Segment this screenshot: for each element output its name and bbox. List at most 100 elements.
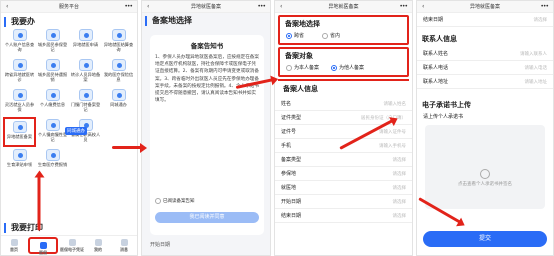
app-label: 我的医疗保险信息 [103,72,134,82]
app-tile[interactable]: 个人缴费信息 [36,87,69,117]
form-row[interactable]: 参保地 请选择 [275,167,412,181]
form-row[interactable]: 证件号 请输入证件号 [275,125,412,139]
tab-bar: 首页 医保 医保电子凭证 我的 消息 [1,235,137,255]
app-icon [12,149,27,161]
agree-checkbox[interactable]: 已阅读备案告知 [155,198,259,204]
field-value: 请选择 [392,157,407,163]
notice-text: 1、参保人员办理异地就医备案后，应按规定在备案地定点医疗机构就医，持社会保障卡或… [155,55,259,104]
app-icon [111,59,126,71]
field-value: 请选择 [392,213,407,219]
app-tile[interactable]: 转诊人员异地备案 [69,57,102,87]
page-title: 异地就医备案 [190,4,221,10]
pledge-upload-area[interactable]: 点击查看个人承诺书并签名 [425,125,545,209]
back-icon[interactable]: ‹ [280,1,282,13]
tab-mine[interactable]: 我的 [85,236,111,255]
app-icon [45,29,60,41]
app-tile[interactable]: 同城通办 [102,87,135,117]
form-row[interactable]: 姓名 请输入姓名 [275,97,412,111]
app-tile[interactable] [102,117,135,147]
topbar: ‹ 异地就医备案 ••• [275,1,412,13]
field-value: 请选择 [392,199,407,205]
form-row[interactable]: 结束日期 请选择 [275,209,412,223]
app-tile[interactable]: 个人账户信息查询 [3,27,36,57]
form-row[interactable]: 备案类型 请选择 [275,153,412,167]
field-value: 请输入姓名 [383,101,407,107]
app-tile[interactable]: 城乡居民参保登记 [36,27,69,57]
field-value: 请选择 [392,185,407,191]
app-icon [78,29,93,41]
app-icon [111,29,126,41]
notice-modal: 备案告知书 1、参保人员办理异地就医备案后，应按规定在备案地定点医疗机构就医，持… [150,35,264,235]
app-tile[interactable]: 异地就医申请 [69,27,102,57]
flow-arrow-1 [112,142,147,153]
field-label: 证件类型 [281,115,302,121]
end-date-row[interactable]: 结束日期 请选择 [417,13,553,27]
person-title: 备案人信息 [278,79,409,97]
contact-fields: 联系人姓名 请输入联系人 联系人电话 请输入电话 联系人地址 请输入地址 [417,47,553,89]
app-tile[interactable]: 跨省异地就医转诊 [3,57,36,87]
app-label: 同城通办 [110,102,127,107]
submit-button[interactable]: 提交 [423,231,547,247]
phone-submit: ‹ 异地就医备案 ••• 结束日期 请选择 联系人信息 联系人姓名 请输入联系人 联系人电… [416,0,554,256]
more-icon[interactable]: ••• [257,1,266,13]
form-row[interactable]: 开始日期 请选择 [275,195,412,209]
radio-in-province[interactable]: 省内 [322,32,340,39]
object-options: 为本人备案 为他人备案 [280,64,407,71]
red-arrow [37,175,41,231]
app-tile[interactable]: 异地就医结算查询 [102,27,135,57]
tongcheng-badge[interactable]: 同城通办 [65,127,87,135]
phone-form: ‹ 异地就医备案 ••• 备案地选择 跨省 省内 备案对象 为本人备案 为他人备案 … [274,0,413,256]
field-value: 请输入手机号 [379,143,406,149]
app-tile[interactable]: 我的医疗保险信息 [102,57,135,87]
field-label: 手机 [281,143,292,149]
field-value: 请输入证件号 [379,129,406,135]
phone-home: ‹ 服务平台 ••• 我要办 个人账户信息查询 城乡居民参保登记 异地就医申请 异地就医结… [0,0,138,256]
app-label: 生育医疗费报销 [37,162,68,167]
app-label: 个人缴费信息 [39,102,66,107]
more-icon[interactable]: ••• [540,1,549,13]
app-tile[interactable]: 门慢门特备案登记 [69,87,102,117]
app-tile[interactable]: 异地就医备案 [3,117,36,147]
radio-other[interactable]: 为他人备案 [331,64,364,71]
contact-row[interactable]: 联系人地址 请输入地址 [417,75,553,89]
tab-ecard[interactable]: 医保电子凭证 [59,236,85,255]
contact-row[interactable]: 联系人姓名 请输入联系人 [417,47,553,61]
app-tile[interactable] [102,147,135,177]
pledge-hint: 点击查看个人承诺书并签名 [458,182,512,187]
footer-label: 开始日期 [150,242,171,248]
back-icon[interactable]: ‹ [6,1,8,13]
app-label: 转诊人员异地备案 [70,72,101,82]
app-icon [78,89,93,101]
field-value: 请输入地址 [524,79,548,85]
radio-cross-province[interactable]: 跨省 [286,32,304,39]
app-tile[interactable] [69,147,102,177]
app-label: 异地就医申请 [72,42,99,47]
app-label: 个人账户信息查询 [4,42,35,52]
radio-self[interactable]: 为本人备案 [286,64,319,71]
field-value: 请选择 [392,171,407,177]
field-label: 结束日期 [281,213,302,219]
back-icon[interactable]: ‹ [147,1,149,13]
form-row[interactable]: 就医地 请选择 [275,181,412,195]
contact-row[interactable]: 联系人电话 请输入电话 [417,61,553,75]
app-tile[interactable]: 城乡居民待遇报销 [36,57,69,87]
app-tile[interactable]: 灵活就业人员参保 [3,87,36,117]
app-label: 城乡居民待遇报销 [37,72,68,82]
more-icon[interactable]: ••• [399,1,408,13]
confirm-button[interactable]: 我已阅读并同意 [155,212,259,223]
pledge-subtitle: 请上传个人承诺书 [423,114,464,120]
app-icon [78,59,93,71]
app-tile[interactable]: 生育津贴申领 [3,147,36,177]
field-value: 请输入联系人 [520,51,547,57]
page-title: 服务平台 [58,4,79,10]
topbar: ‹ 异地就医备案 ••• [142,1,270,13]
object-title: 备案对象 [285,52,313,60]
back-icon[interactable]: ‹ [422,1,424,13]
app-icon [12,121,27,133]
field-label: 联系人电话 [423,65,449,71]
tab-home[interactable]: 首页 [1,236,27,255]
tab-medical[interactable]: 医保 [28,237,58,255]
more-icon[interactable]: ••• [124,1,133,13]
upload-icon [480,169,490,179]
tab-message[interactable]: 消息 [111,236,137,255]
